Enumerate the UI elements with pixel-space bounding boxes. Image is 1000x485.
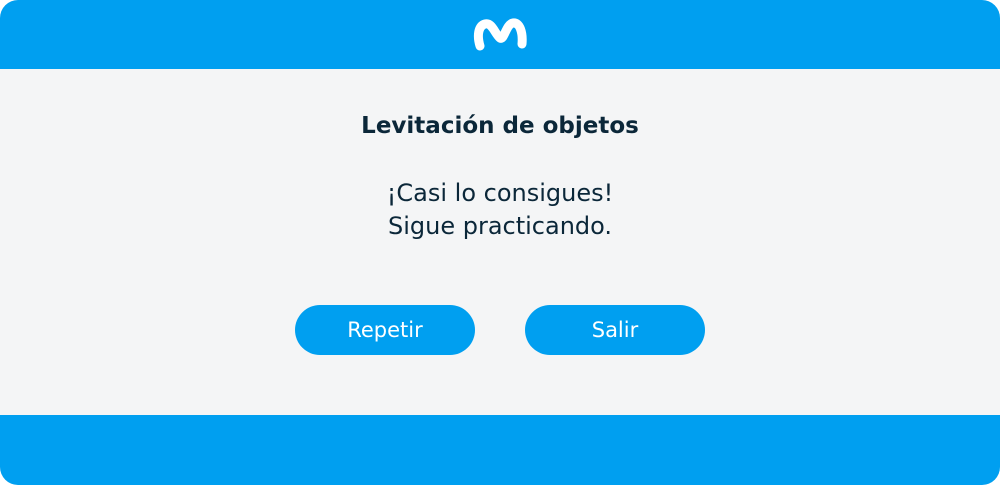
dialog-header bbox=[0, 0, 1000, 69]
message-line: ¡Casi lo consigues! bbox=[386, 179, 614, 207]
exit-button[interactable]: Salir bbox=[525, 305, 705, 355]
repeat-button[interactable]: Repetir bbox=[295, 305, 475, 355]
dialog-title: Levitación de objetos bbox=[361, 113, 639, 139]
message-line: Sigue practicando. bbox=[387, 212, 613, 240]
result-dialog: Levitación de objetos ¡Casi lo consigues… bbox=[0, 0, 1000, 485]
dialog-footer bbox=[0, 415, 1000, 485]
dialog-message: ¡Casi lo consigues! Sigue practicando. bbox=[0, 177, 1000, 243]
movistar-m-logo-icon bbox=[473, 18, 527, 51]
